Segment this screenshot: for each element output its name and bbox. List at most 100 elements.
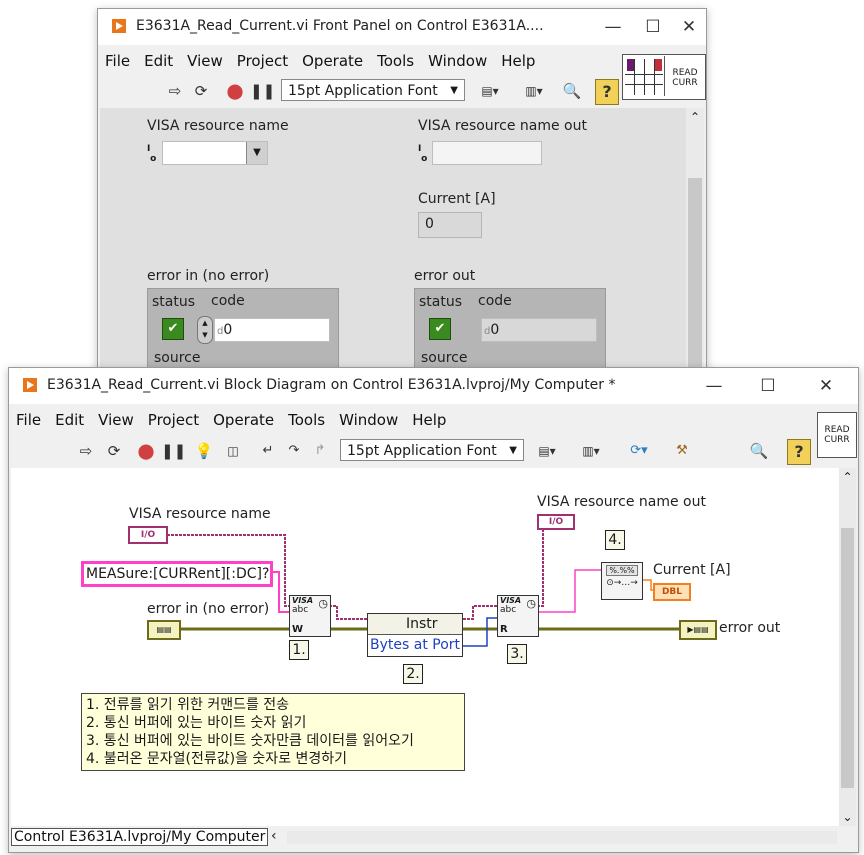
step-label-4: 4. [605,530,625,550]
scan-from-string-node[interactable]: %.%% ⊙→…→ [601,562,643,600]
property-node[interactable]: Instr Bytes at Port [367,613,463,657]
step-label-2: 2. [403,664,423,684]
menu-window[interactable]: Window [421,49,494,70]
chevron-down-icon: ▼ [509,445,517,456]
maximize-button[interactable]: ☐ [638,15,668,39]
menu-help[interactable]: Help [494,49,542,70]
property-node-class: Instr [406,616,438,632]
front-panel-vscroll[interactable]: ⌃ [686,108,704,381]
menu-edit[interactable]: Edit [48,408,91,429]
error-in-label: error in (no error) [147,268,270,284]
front-panel-titlebar[interactable]: E3631A_Read_Current.vi Front Panel on Co… [98,9,706,45]
vi-icon[interactable]: READ CURR [622,54,706,100]
front-panel-canvas: VISA resource name I o ▼ VISA resource n… [100,108,686,383]
comment-box[interactable]: 1. 전류를 읽기 위한 커맨드를 전송 2. 통신 버퍼에 있는 바이트 숫자… [81,693,465,771]
context-help-icon[interactable]: ? [595,79,619,105]
run-continuously-icon[interactable]: ⟳ [103,440,125,462]
scroll-up-icon[interactable]: ⌃ [839,470,856,484]
scan-format-label: %.%% [606,565,638,576]
scan-arrow-icon: ⊙→…→ [606,578,638,588]
visa-dropdown-button[interactable]: ▼ [246,142,267,164]
menu-operate[interactable]: Operate [295,49,370,70]
menu-window[interactable]: Window [332,408,405,429]
visa-write-node[interactable]: VISA abc W ◷ [289,595,331,637]
status-text: Control E3631A.lvproj/My Computer [11,828,269,846]
abort-icon[interactable]: ⬤ [224,80,246,102]
cleanup-diagram-icon[interactable]: ⚒ [669,440,695,462]
status-checkbox[interactable]: ✔ [162,318,184,340]
vi-icon[interactable]: READ CURR [817,412,857,458]
menu-operate[interactable]: Operate [206,408,281,429]
visa-in-terminal[interactable]: I/O [128,526,168,544]
block-diagram-window: E3631A_Read_Current.vi Block Diagram on … [8,367,859,853]
step-over-icon[interactable]: ↷ [283,440,305,462]
code-increment-arrows[interactable]: ▲ ▼ [197,316,213,344]
block-diagram-vscroll[interactable]: ⌃ ⌄ [839,468,856,826]
menu-tools[interactable]: Tools [370,49,421,70]
menu-project[interactable]: Project [141,408,206,429]
menu-view[interactable]: View [91,408,141,429]
font-select[interactable]: 15pt Application Font ▼ [281,79,465,101]
visa-out-indicator [432,141,542,165]
hscroll-track[interactable] [287,831,837,844]
minimize-button[interactable]: — [598,15,628,39]
menu-project[interactable]: Project [230,49,295,70]
command-constant-text: MEASure:[CURRent][:DC]? [86,566,270,582]
step-out-icon[interactable]: ↱ [309,440,331,462]
visa-read-node[interactable]: VISA abc R ◷ [497,595,539,637]
front-panel-window: E3631A_Read_Current.vi Front Panel on Co… [97,8,707,383]
search-icon[interactable]: 🔍 [560,80,584,102]
run-arrow-icon[interactable]: ⇨ [164,80,186,102]
search-icon[interactable]: 🔍 [747,440,771,462]
current-terminal: DBL [653,583,691,601]
scroll-up-icon[interactable]: ⌃ [686,110,704,124]
distribute-objects-icon[interactable]: ▥▾ [518,80,550,102]
abort-icon[interactable]: ⬤ [135,440,157,462]
code-input[interactable]: d0 [214,318,330,342]
pause-icon[interactable]: ❚❚ [161,440,186,462]
error-in-terminal[interactable]: ▤▤ [147,620,181,640]
highlight-execution-icon[interactable]: 💡 [193,440,215,462]
command-constant[interactable]: MEASure:[CURRent][:DC]? [81,561,273,587]
menu-view[interactable]: View [180,49,230,70]
menu-tools[interactable]: Tools [281,408,332,429]
visa-in-control[interactable]: ▼ [162,141,268,165]
menu-help[interactable]: Help [405,408,453,429]
retain-wire-values-icon[interactable]: ◫ [221,440,245,462]
menu-file[interactable]: File [9,408,48,429]
close-button[interactable]: ✕ [674,15,704,39]
current-indicator: 0 [418,212,482,238]
run-arrow-icon[interactable]: ⇨ [75,440,97,462]
property-node-header: Instr [368,614,462,635]
minimize-button[interactable]: — [699,374,729,398]
align-objects-icon[interactable]: ▤▾ [531,440,563,462]
distribute-objects-icon[interactable]: ▥▾ [575,440,607,462]
visa-out-label: VISA resource name out [537,494,706,510]
scroll-down-icon[interactable]: ⌄ [839,810,856,824]
property-node-item: Bytes at Port [370,637,461,653]
font-select[interactable]: 15pt Application Font ▼ [340,439,524,461]
scroll-thumb[interactable] [688,178,702,378]
io-glyph: I o [418,144,428,164]
step-into-icon[interactable]: ↵ [257,440,279,462]
status-bar: Control E3631A.lvproj/My Computer ‹ [9,826,856,850]
comment-line-3: 3. 통신 버퍼에 있는 바이트 숫자만큼 데이터를 읽어오기 [86,733,414,749]
visa-wire [537,524,544,607]
status-label: status [152,294,196,310]
menu-file[interactable]: File [98,49,137,70]
code-indicator: d0 [481,318,597,342]
align-objects-icon[interactable]: ▤▾ [474,80,506,102]
context-help-icon[interactable]: ? [787,439,811,465]
maximize-button[interactable]: ☐ [753,374,783,398]
hscroll-left-icon[interactable]: ‹ [271,828,277,844]
close-button[interactable]: ✕ [811,374,841,398]
scroll-thumb[interactable] [841,528,854,788]
reorder-icon[interactable]: ⟳▾ [621,440,657,462]
io-terminal-label: I/O [548,517,564,527]
string-wire [537,569,601,613]
menu-edit[interactable]: Edit [137,49,180,70]
block-diagram-titlebar[interactable]: E3631A_Read_Current.vi Block Diagram on … [9,368,858,404]
run-continuously-icon[interactable]: ⟳ [190,80,212,102]
pause-icon[interactable]: ❚❚ [250,80,275,102]
font-select-value: 15pt Application Font [288,83,438,99]
